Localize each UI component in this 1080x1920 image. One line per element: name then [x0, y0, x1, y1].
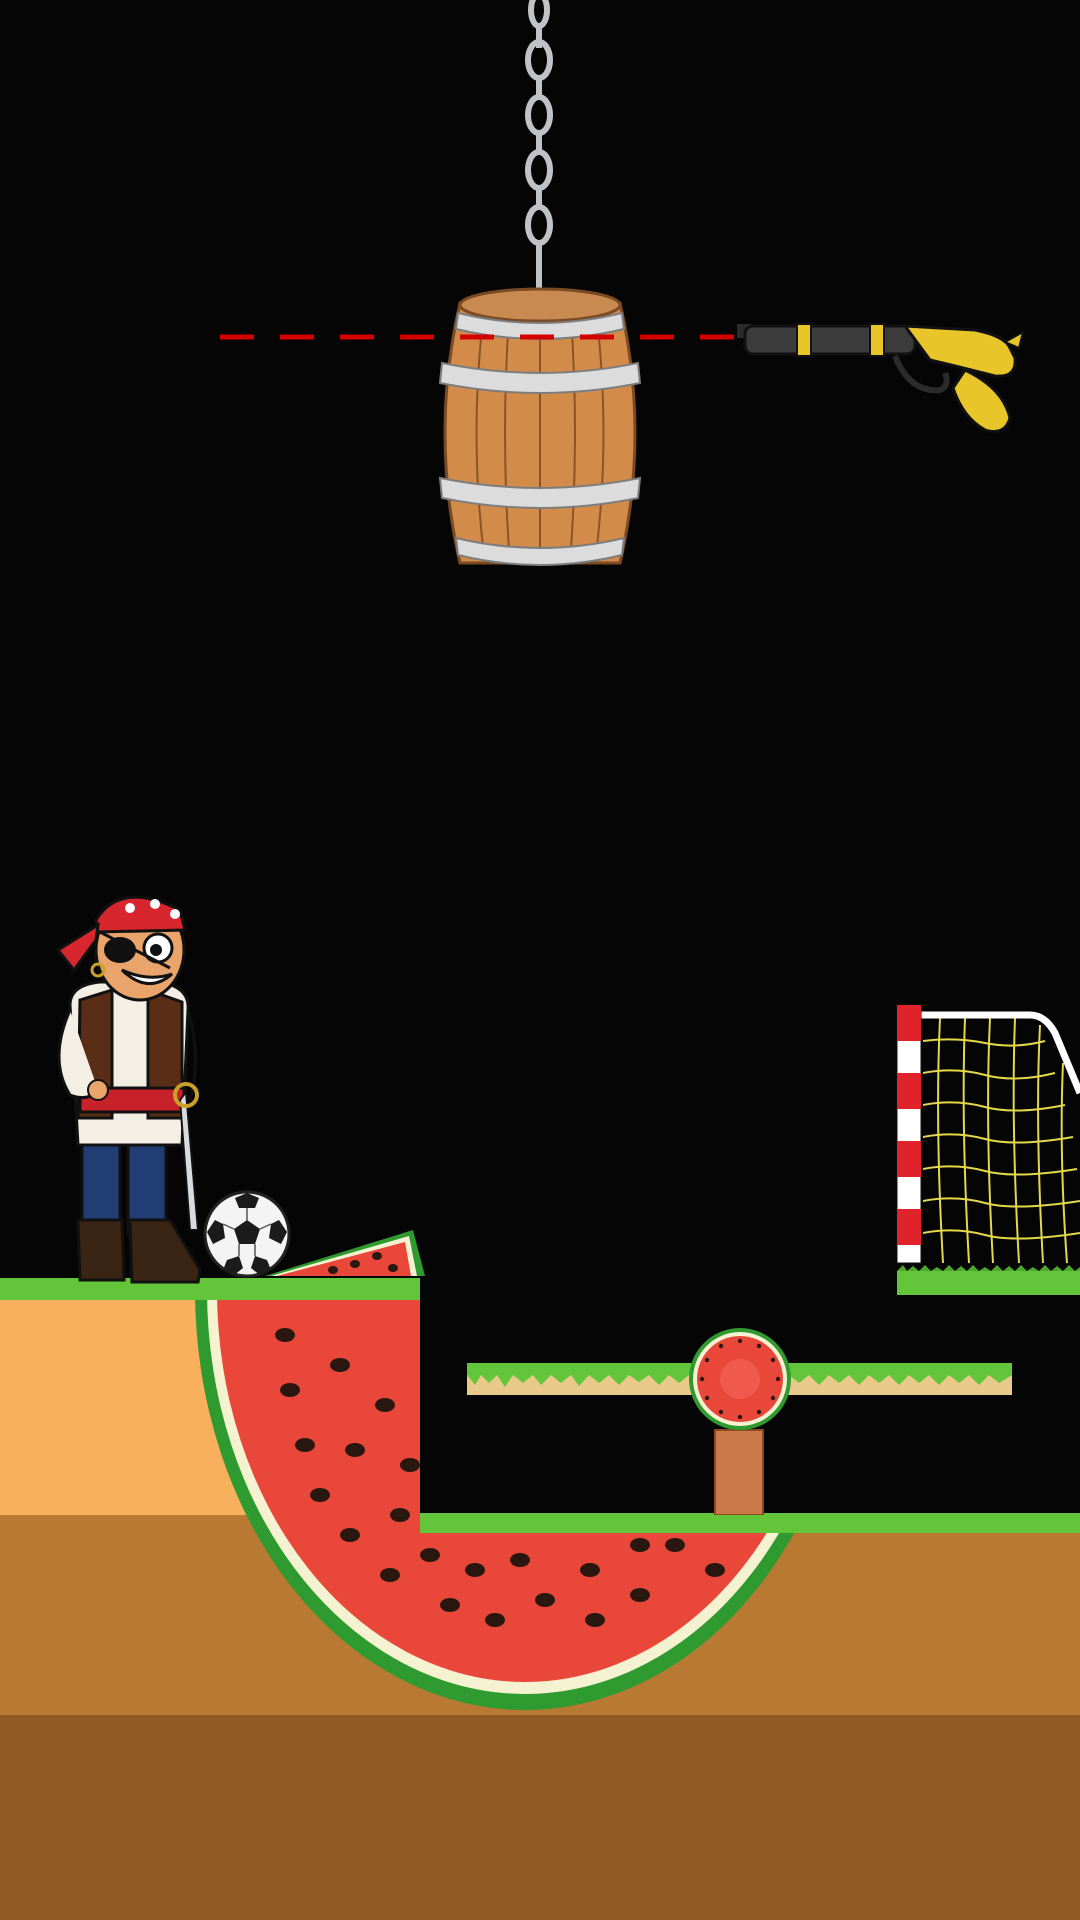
deep-dirt-layer — [0, 1715, 1080, 1920]
flintlock-pistol[interactable] — [735, 318, 1030, 438]
barrel[interactable] — [430, 283, 650, 583]
watermelon-wheel[interactable] — [688, 1327, 792, 1431]
aim-line — [220, 334, 740, 340]
soccer-goal — [896, 1004, 1080, 1264]
pirate[interactable] — [40, 870, 220, 1290]
game-stage — [0, 0, 1080, 1920]
chain — [525, 0, 553, 288]
soccer-ball[interactable] — [203, 1190, 291, 1278]
grass-pit-floor — [420, 1513, 1080, 1533]
